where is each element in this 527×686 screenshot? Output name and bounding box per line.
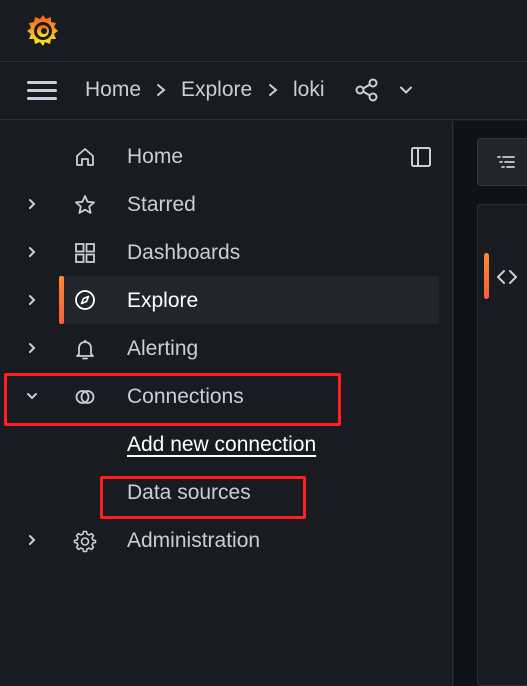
sidebar-item-label: Administration xyxy=(127,529,261,552)
apps-icon xyxy=(73,241,97,265)
sidebar-item-label: Dashboards xyxy=(127,241,241,264)
highlight-box xyxy=(4,373,341,426)
sidebar-item-home[interactable]: Home xyxy=(0,133,453,181)
grafana-logo-icon[interactable] xyxy=(24,12,62,50)
breadcrumb-home[interactable]: Home xyxy=(85,77,141,103)
bell-icon xyxy=(73,337,97,361)
active-indicator xyxy=(59,276,64,324)
sidebar-item-dashboards[interactable]: Dashboards xyxy=(0,229,453,277)
sidebar-item-starred[interactable]: Starred xyxy=(0,181,453,229)
highlight-box xyxy=(100,476,306,519)
list-ui-icon xyxy=(497,156,515,168)
breadcrumb-current: loki xyxy=(293,78,325,101)
query-history-button[interactable] xyxy=(477,138,527,186)
chevron-right-icon[interactable] xyxy=(24,244,40,260)
chevron-right-icon[interactable] xyxy=(24,340,40,356)
sidebar-item-explore[interactable]: Explore xyxy=(59,276,439,324)
sidebar-item-label: Alerting xyxy=(127,337,199,360)
sidebar-item-label: Explore xyxy=(127,289,199,312)
chevron-right-icon[interactable] xyxy=(24,292,40,308)
sidebar-item-administration[interactable]: Administration xyxy=(0,517,453,565)
menu-icon[interactable] xyxy=(27,79,59,101)
breadcrumb-explore[interactable]: Explore xyxy=(181,77,252,103)
share-icon[interactable] xyxy=(354,78,380,102)
active-indicator xyxy=(484,253,489,299)
chevron-right-icon xyxy=(154,79,168,101)
chevron-right-icon[interactable] xyxy=(24,532,40,548)
cog-icon xyxy=(73,529,97,553)
sidebar-item-label: Starred xyxy=(127,193,196,216)
breadcrumb-bar xyxy=(0,62,527,120)
top-bar xyxy=(0,0,527,62)
sidebar-item-label: Home xyxy=(127,145,184,168)
compass-icon xyxy=(73,288,97,312)
home-icon xyxy=(73,145,97,169)
chevron-right-icon[interactable] xyxy=(24,196,40,212)
chevron-down-icon[interactable] xyxy=(398,82,414,98)
chevron-right-icon xyxy=(266,79,280,101)
code-brackets-icon[interactable] xyxy=(495,265,519,289)
sidebar-subitem-add-new-connection[interactable]: Add new connection xyxy=(127,432,316,458)
star-icon xyxy=(73,193,97,217)
sidebar-item-alerting[interactable]: Alerting xyxy=(0,325,453,373)
